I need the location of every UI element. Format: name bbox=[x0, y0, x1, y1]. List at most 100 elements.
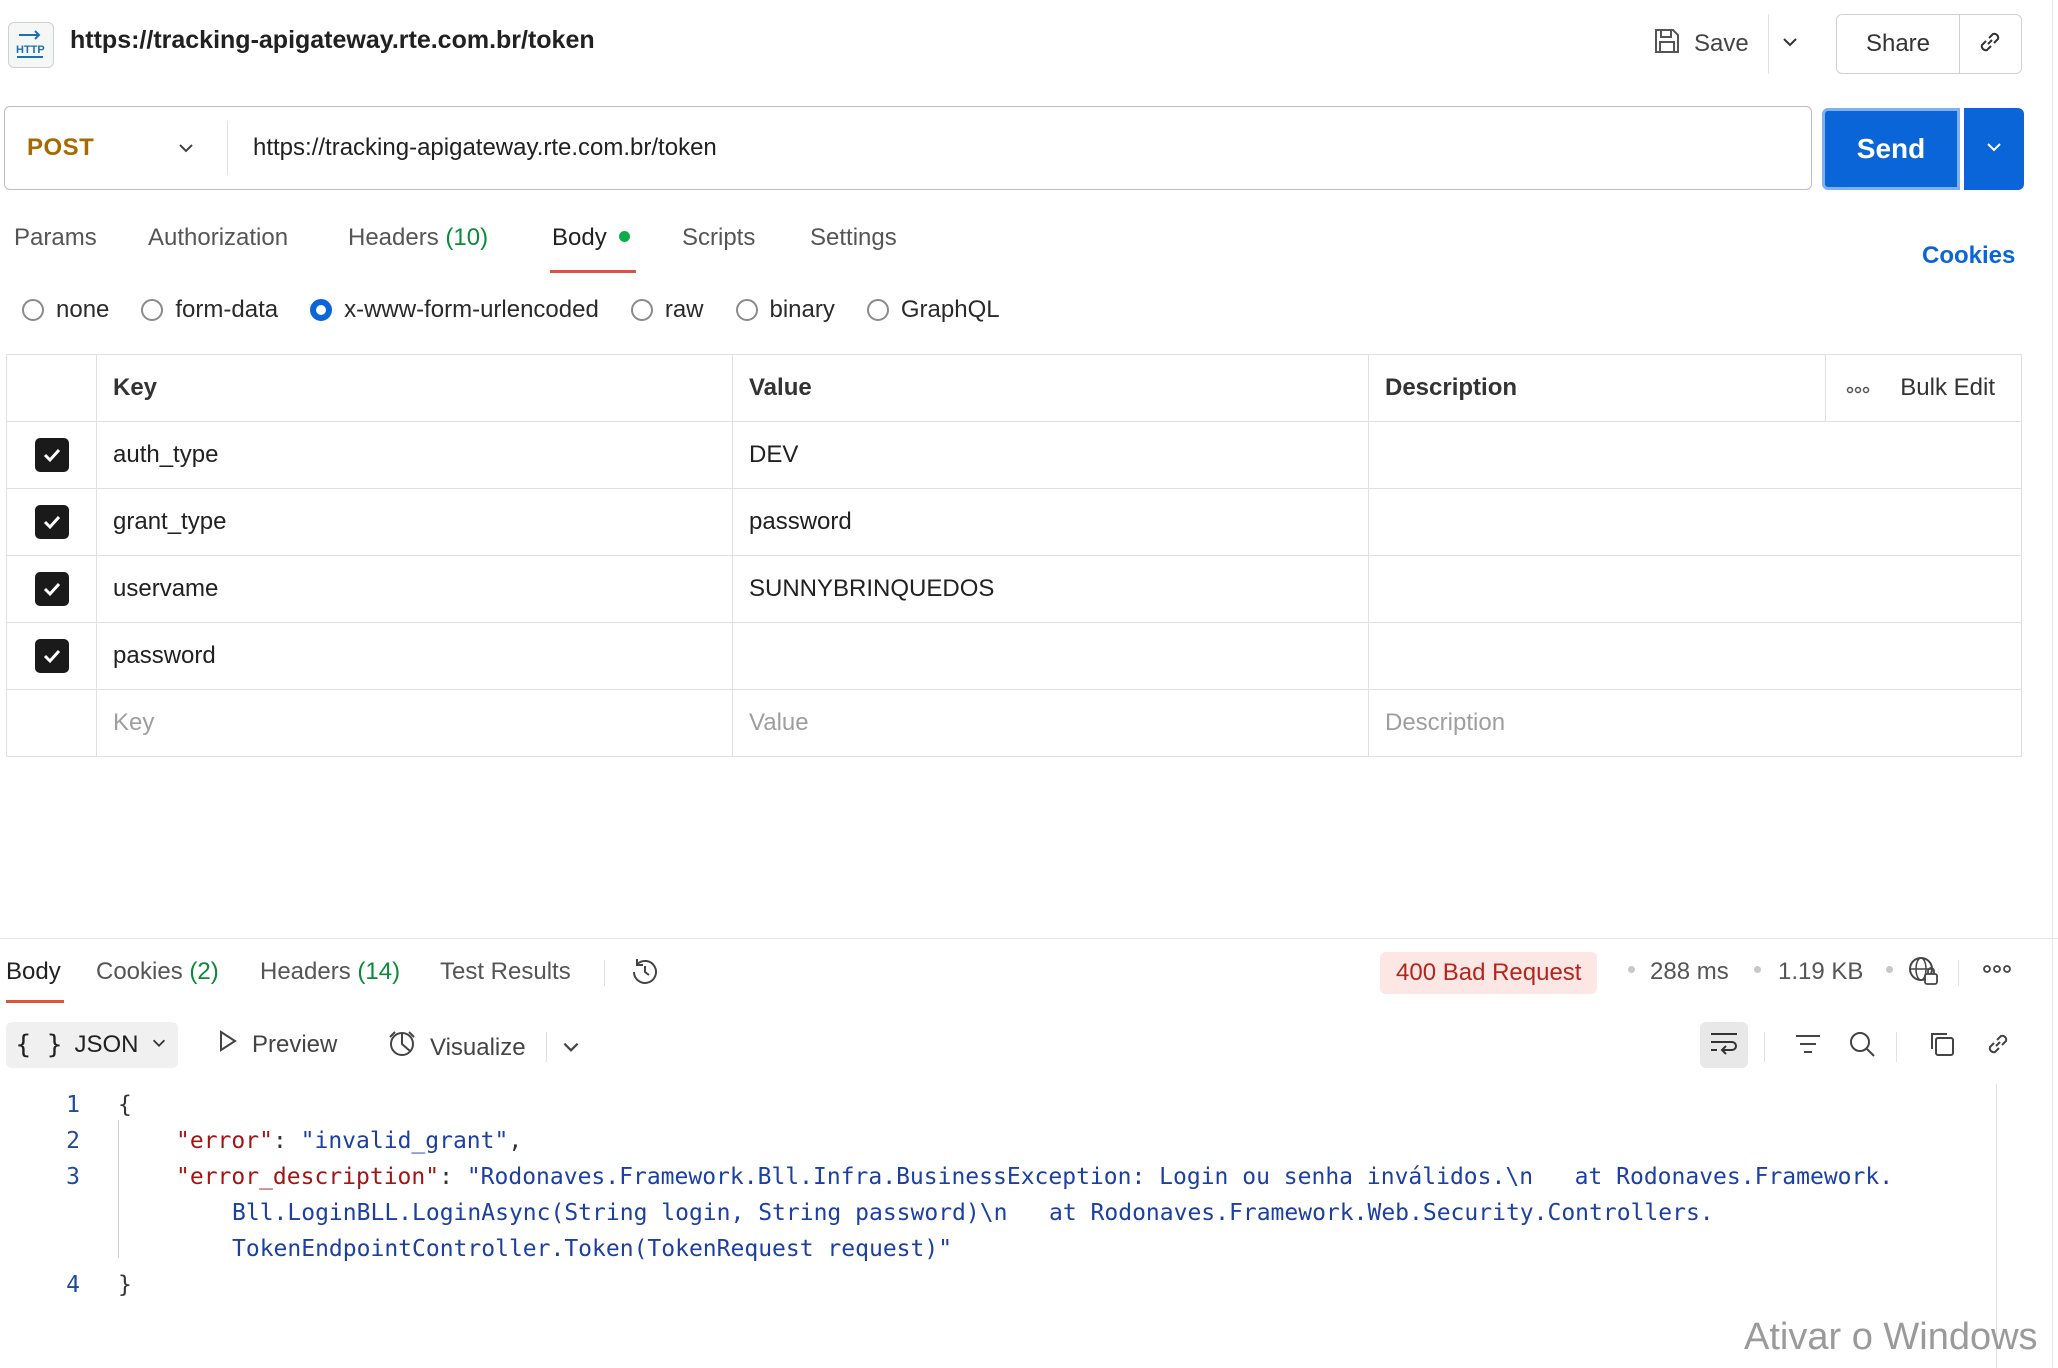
word-wrap-toggle[interactable] bbox=[1700, 1022, 1748, 1068]
response-tab-test-results[interactable]: Test Results bbox=[440, 958, 571, 986]
cookies-link[interactable]: Cookies bbox=[1922, 242, 2015, 270]
radio-label: none bbox=[56, 296, 110, 323]
tab-label: Settings bbox=[810, 224, 897, 251]
more-options-icon[interactable] bbox=[1846, 374, 1870, 402]
new-description-input[interactable]: Description bbox=[1369, 690, 1825, 756]
separator-dot bbox=[1628, 966, 1635, 973]
tab-label: Headers bbox=[348, 224, 439, 251]
value-cell[interactable] bbox=[733, 623, 1369, 689]
response-format-select[interactable]: { } JSON bbox=[6, 1022, 178, 1068]
new-key-input[interactable]: Key bbox=[97, 690, 733, 756]
value-cell[interactable]: SUNNYBRINQUEDOS bbox=[733, 556, 1369, 622]
row-checkbox[interactable] bbox=[34, 639, 69, 673]
tab-count: (14) bbox=[357, 958, 401, 985]
description-cell[interactable] bbox=[1369, 422, 1825, 488]
check-icon bbox=[43, 515, 60, 530]
value-cell[interactable]: DEV bbox=[733, 422, 1369, 488]
radio-button-selected[interactable] bbox=[310, 299, 333, 321]
body-type-raw[interactable]: raw bbox=[630, 296, 704, 324]
status-badge[interactable]: 400 Bad Request bbox=[1380, 952, 1598, 994]
search-button[interactable] bbox=[1840, 1024, 1884, 1068]
url-input[interactable] bbox=[253, 107, 1793, 189]
code-line-3: "error_description": "Rodonaves.Framewor… bbox=[176, 1164, 1894, 1190]
search-icon bbox=[1847, 1029, 1877, 1064]
key-cell[interactable]: auth_type bbox=[97, 422, 733, 488]
separator-dot bbox=[1886, 966, 1893, 973]
network-globe-icon[interactable] bbox=[1906, 954, 1940, 993]
row-checkbox-cell bbox=[7, 489, 97, 555]
code-line-2: "error": "invalid_grant", bbox=[176, 1128, 523, 1154]
response-tab-cookies[interactable]: Cookies (2) bbox=[96, 958, 219, 986]
radio-label: GraphQL bbox=[900, 296, 1000, 323]
copy-link-button[interactable] bbox=[1976, 1024, 2020, 1068]
row-checkbox[interactable] bbox=[34, 438, 69, 472]
key-column-header: Key bbox=[97, 355, 733, 421]
row-checkbox-cell bbox=[7, 690, 97, 756]
divider bbox=[546, 1032, 547, 1062]
description-cell[interactable] bbox=[1369, 489, 1825, 555]
body-type-binary[interactable]: binary bbox=[735, 296, 835, 324]
chevron-down-icon[interactable] bbox=[171, 133, 201, 163]
tab-settings[interactable]: Settings bbox=[810, 224, 897, 252]
response-tab-body[interactable]: Body bbox=[6, 958, 61, 986]
table-header-row: Key Value Description Bulk Edit bbox=[7, 355, 2021, 422]
description-cell[interactable] bbox=[1369, 556, 1825, 622]
indent-guide bbox=[118, 1120, 119, 1258]
tab-params[interactable]: Params bbox=[14, 224, 97, 252]
send-options-button[interactable] bbox=[1964, 108, 2024, 190]
json-key: "error_description" bbox=[176, 1164, 440, 1190]
visualize-button[interactable]: Visualize bbox=[386, 1028, 526, 1067]
table-row-new: Key Value Description bbox=[7, 690, 2021, 756]
radio-label: binary bbox=[769, 296, 835, 323]
tab-body[interactable]: Body bbox=[552, 224, 630, 252]
radio-button[interactable] bbox=[866, 299, 889, 321]
row-checkbox-cell bbox=[7, 422, 97, 488]
more-options-icon[interactable] bbox=[1982, 962, 2012, 981]
body-type-graphql[interactable]: GraphQL bbox=[866, 296, 1000, 324]
body-type-none[interactable]: none bbox=[22, 296, 109, 324]
history-icon[interactable] bbox=[628, 955, 662, 994]
json-key: "error" bbox=[176, 1128, 273, 1154]
response-size[interactable]: 1.19 KB bbox=[1778, 958, 1863, 986]
description-cell[interactable] bbox=[1369, 623, 1825, 689]
response-time[interactable]: 288 ms bbox=[1650, 958, 1729, 986]
save-button[interactable]: Save bbox=[1652, 20, 1749, 68]
radio-label: form-data bbox=[175, 296, 279, 323]
copy-link-button[interactable] bbox=[1959, 15, 2021, 73]
method-select[interactable]: POST bbox=[27, 107, 94, 189]
body-type-form-data[interactable]: form-data bbox=[141, 296, 278, 324]
body-type-urlencoded[interactable]: x-www-form-urlencoded bbox=[310, 296, 599, 324]
row-checkbox[interactable] bbox=[34, 505, 69, 539]
send-button[interactable]: Send bbox=[1822, 108, 1960, 190]
key-cell[interactable]: grant_type bbox=[97, 489, 733, 555]
value-cell[interactable]: password bbox=[733, 489, 1369, 555]
key-cell[interactable]: uservame bbox=[97, 556, 733, 622]
tab-label: Headers bbox=[260, 958, 351, 985]
row-checkbox[interactable] bbox=[34, 572, 69, 606]
chevron-down-icon bbox=[150, 1031, 168, 1059]
radio-button[interactable] bbox=[141, 299, 164, 321]
chevron-down-icon[interactable] bbox=[560, 1036, 582, 1063]
radio-button[interactable] bbox=[630, 299, 653, 321]
filter-button[interactable] bbox=[1786, 1024, 1830, 1068]
preview-button[interactable]: Preview bbox=[214, 1028, 337, 1061]
radio-button[interactable] bbox=[735, 299, 758, 321]
tab-count: (2) bbox=[189, 958, 219, 985]
request-title[interactable]: https://tracking-apigateway.rte.com.br/t… bbox=[70, 26, 595, 55]
tab-authorization[interactable]: Authorization bbox=[148, 224, 288, 252]
bulk-edit-button[interactable]: Bulk Edit bbox=[1900, 374, 1995, 402]
json-string: "invalid_grant" bbox=[300, 1128, 509, 1154]
key-cell[interactable]: password bbox=[97, 623, 733, 689]
save-options-button[interactable] bbox=[1768, 14, 1811, 74]
copy-button[interactable] bbox=[1920, 1024, 1964, 1068]
code-line-4: } bbox=[118, 1272, 132, 1298]
tab-scripts[interactable]: Scripts bbox=[682, 224, 755, 252]
tab-label: Test Results bbox=[440, 958, 571, 985]
radio-button[interactable] bbox=[22, 299, 44, 321]
tab-headers[interactable]: Headers (10) bbox=[348, 224, 488, 252]
active-tab-indicator bbox=[6, 1000, 64, 1003]
response-divider bbox=[0, 938, 2058, 939]
response-tab-headers[interactable]: Headers (14) bbox=[260, 958, 400, 986]
share-button[interactable]: Share bbox=[1837, 15, 1960, 73]
new-value-input[interactable]: Value bbox=[733, 690, 1369, 756]
